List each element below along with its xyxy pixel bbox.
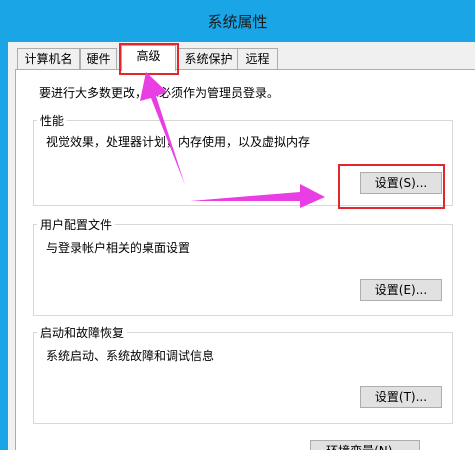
arrow-right-to-button-icon — [190, 184, 325, 208]
arrow-up-to-tab-icon — [140, 72, 185, 185]
annotation-arrows — [140, 72, 325, 208]
